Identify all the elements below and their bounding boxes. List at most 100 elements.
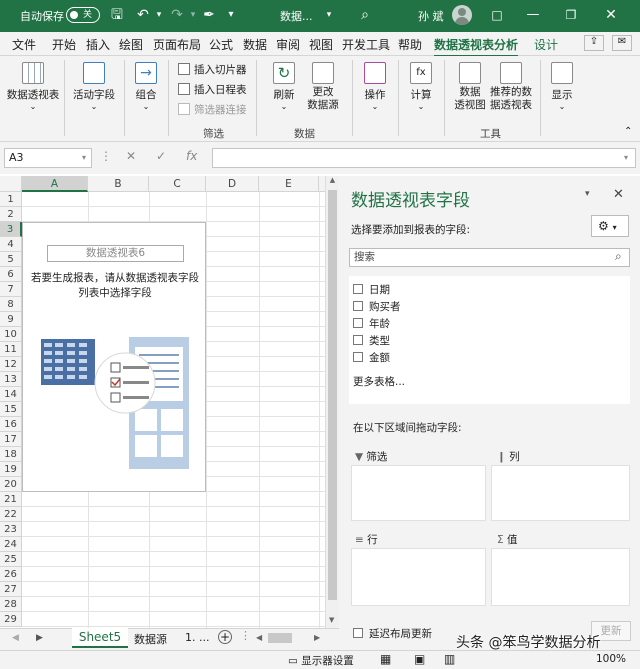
document-title[interactable]: 数据... [280, 8, 313, 24]
hscroll-left-icon[interactable]: ◀ [256, 633, 262, 642]
minimize-icon[interactable]: — [524, 6, 542, 24]
row-header[interactable]: 4 [0, 237, 22, 252]
insert-slicer-button[interactable]: 插入切片器 [178, 62, 247, 77]
save-icon[interactable]: 🖫 [108, 6, 126, 24]
tab-data[interactable]: 数据 [243, 36, 267, 53]
tab-page-layout[interactable]: 页面布局 [153, 36, 201, 53]
field-checkbox[interactable] [353, 352, 363, 362]
hscroll-thumb[interactable] [268, 633, 292, 643]
normal-view-icon[interactable]: ▦ [380, 652, 391, 666]
field-checkbox[interactable] [353, 318, 363, 328]
tab-home[interactable]: 开始 [52, 36, 76, 53]
row-header[interactable]: 22 [0, 507, 22, 522]
avatar[interactable] [452, 5, 472, 25]
row-header[interactable]: 10 [0, 327, 22, 342]
row-header[interactable]: 16 [0, 417, 22, 432]
insert-function-icon[interactable]: fx [186, 149, 197, 163]
prev-sheet-icon[interactable]: ◀ [12, 633, 19, 643]
field-item-type[interactable]: 类型 [353, 333, 390, 348]
actions-button[interactable]: 操作 ⌄ [358, 62, 392, 111]
row-header[interactable]: 7 [0, 282, 22, 297]
rows-drop-area[interactable] [351, 548, 486, 606]
enter-icon[interactable]: ✓ [156, 149, 166, 163]
row-header[interactable]: 13 [0, 372, 22, 387]
row-header[interactable]: 8 [0, 297, 22, 312]
row-header[interactable]: 17 [0, 432, 22, 447]
field-search-input[interactable]: 搜索 [349, 248, 630, 267]
customize-qat-icon[interactable]: ▾ [222, 6, 240, 24]
page-layout-view-icon[interactable]: ▣ [414, 652, 425, 666]
row-header[interactable]: 14 [0, 387, 22, 402]
row-header[interactable]: 18 [0, 447, 22, 462]
row-header[interactable]: 23 [0, 522, 22, 537]
column-header-d[interactable]: D [206, 176, 259, 192]
user-name[interactable]: 孙 斌 [418, 8, 444, 24]
group-button[interactable]: → 组合 ⌄ [130, 62, 162, 111]
sheet-tab-sheet5[interactable]: Sheet5 [72, 628, 128, 648]
search-icon[interactable]: ⌕ [615, 249, 622, 264]
display-settings-button[interactable]: ▭ 显示器设置 [288, 653, 354, 668]
tab-file[interactable]: 文件 [12, 36, 36, 53]
row-header[interactable]: 1 [0, 192, 22, 207]
recommended-pivottables-button[interactable]: 推荐的数 据透视表 [488, 62, 534, 112]
ribbon-display-icon[interactable]: □ [488, 6, 506, 24]
add-sheet-icon[interactable]: + [218, 630, 232, 644]
pivotchart-button[interactable]: 数据 透视图 [450, 62, 490, 112]
calculations-button[interactable]: fx 计算 ⌄ [404, 62, 438, 111]
comments-icon[interactable]: ✉ [612, 35, 632, 51]
column-header-c[interactable]: C [149, 176, 206, 192]
autosave-toggle[interactable]: 关 [66, 7, 100, 23]
field-item-age[interactable]: 年龄 [353, 316, 390, 331]
field-item-buyer[interactable]: 购买者 [353, 299, 401, 314]
title-dropdown-icon[interactable]: ▾ [320, 6, 338, 24]
defer-update-checkbox[interactable]: 延迟布局更新 [353, 626, 432, 641]
tab-help[interactable]: 帮助 [398, 36, 422, 53]
select-all-corner[interactable] [0, 176, 22, 192]
row-header[interactable]: 6 [0, 267, 22, 282]
row-header[interactable]: 24 [0, 537, 22, 552]
next-sheet-icon[interactable]: ▶ [36, 633, 43, 643]
hscroll-right-icon[interactable]: ▶ [314, 633, 320, 642]
page-break-view-icon[interactable]: ▥ [444, 652, 455, 666]
vertical-scrollbar[interactable]: ▲ ▼ [325, 176, 339, 628]
tab-design[interactable]: 设计 [534, 36, 558, 53]
row-header[interactable]: 25 [0, 552, 22, 567]
restore-icon[interactable]: ❐ [562, 6, 580, 24]
row-header[interactable]: 26 [0, 567, 22, 582]
row-header[interactable]: 5 [0, 252, 22, 267]
tab-formulas[interactable]: 公式 [209, 36, 233, 53]
row-header[interactable]: 11 [0, 342, 22, 357]
field-checkbox[interactable] [353, 284, 363, 294]
tab-insert[interactable]: 插入 [86, 36, 110, 53]
tab-review[interactable]: 审阅 [276, 36, 300, 53]
row-header[interactable]: 19 [0, 462, 22, 477]
column-header-e[interactable]: E [259, 176, 319, 192]
pivottable-button[interactable]: 数据透视表 ⌄ [6, 62, 60, 111]
scroll-down-icon[interactable]: ▼ [329, 616, 334, 624]
format-painter-icon[interactable]: ✒ [200, 6, 218, 24]
pane-options-icon[interactable]: ▾ [585, 189, 590, 199]
field-item-amount[interactable]: 金额 [353, 350, 390, 365]
row-header[interactable]: 12 [0, 357, 22, 372]
tab-developer[interactable]: 开发工具 [342, 36, 390, 53]
formula-input[interactable] [212, 148, 636, 168]
field-checkbox[interactable] [353, 301, 363, 311]
column-header-b[interactable]: B [88, 176, 149, 192]
values-drop-area[interactable] [491, 548, 630, 606]
row-header[interactable]: 3 [0, 222, 22, 237]
tab-draw[interactable]: 绘图 [119, 36, 143, 53]
show-button[interactable]: 显示 ⌄ [546, 62, 578, 111]
name-box[interactable]: A3 [4, 148, 92, 168]
cancel-icon[interactable]: ✕ [126, 149, 136, 163]
more-tables-link[interactable]: 更多表格... [353, 374, 405, 389]
close-icon[interactable]: ✕ [602, 6, 620, 24]
row-header[interactable]: 9 [0, 312, 22, 327]
field-item-date[interactable]: 日期 [353, 282, 390, 297]
share-icon[interactable]: ⇪ [584, 35, 604, 51]
filter-connections-button[interactable]: 筛选器连接 [178, 102, 247, 117]
sheet-tab-source[interactable]: 数据源 [134, 631, 167, 647]
pane-close-icon[interactable]: ✕ [613, 187, 624, 202]
tab-view[interactable]: 视图 [309, 36, 333, 53]
defer-checkbox[interactable] [353, 628, 363, 638]
change-data-source-button[interactable]: 更改 数据源 [300, 62, 346, 112]
